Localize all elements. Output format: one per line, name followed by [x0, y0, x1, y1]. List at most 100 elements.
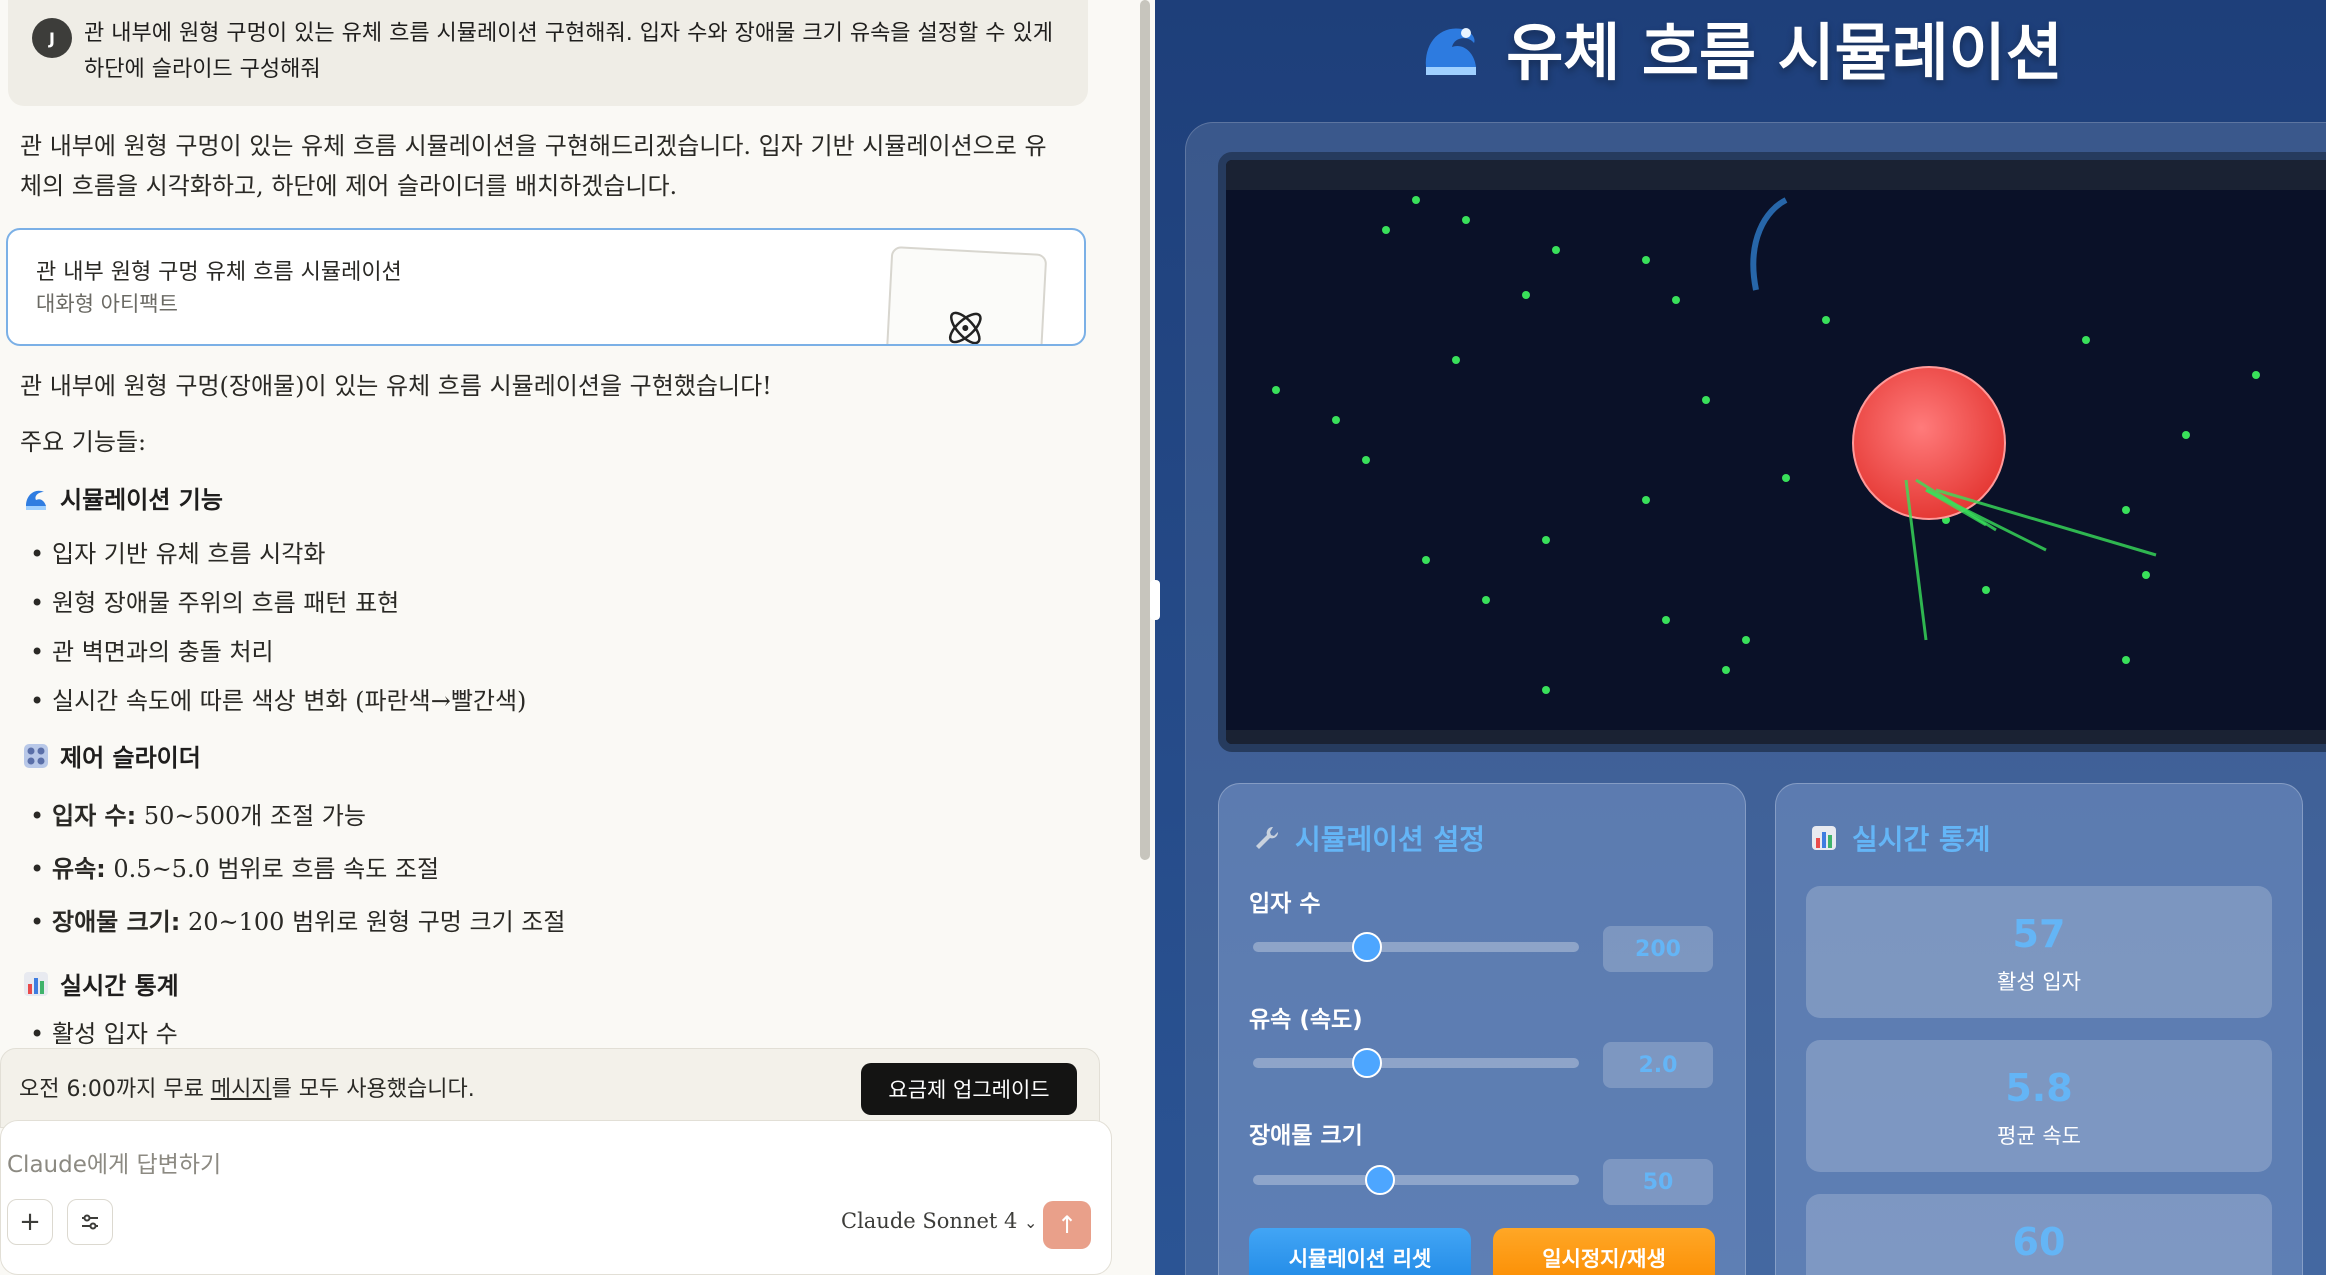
obstacle-size-slider[interactable] [1253, 1165, 1579, 1195]
particle [1362, 456, 1370, 464]
list-item: 장애물 크기: 20~100 범위로 원형 구멍 크기 조절 [30, 902, 565, 951]
app-title-text: 유체 흐름 시뮬레이션 [1506, 16, 2063, 89]
particle [1412, 196, 1420, 204]
particle [1552, 246, 1560, 254]
bar-chart-icon [1812, 826, 1836, 850]
particle [2082, 336, 2090, 344]
particle [1782, 474, 1790, 482]
particle-count-slider[interactable] [1253, 932, 1579, 962]
particle [2122, 506, 2130, 514]
feature-list-controls: 입자 수: 50~500개 조절 가능 유속: 0.5~5.0 범위로 흐름 속… [30, 796, 565, 951]
artifact-subtitle: 대화형 아티팩트 [36, 292, 178, 316]
stat-average-speed: 5.8 평균 속도 [1806, 1040, 2272, 1172]
pipe-bottom-wall [1226, 730, 2326, 744]
list-item: 실시간 속도에 따른 색상 변화 (파란색→빨간색) [30, 681, 526, 730]
particle [1272, 386, 1280, 394]
stat-fps: 60 [1806, 1194, 2272, 1275]
list-item-term: 유속: [52, 855, 106, 883]
send-button[interactable]: ↑ [1043, 1201, 1091, 1249]
particle [1642, 256, 1650, 264]
arrow-up-icon: ↑ [1056, 1211, 1078, 1239]
particle [2142, 571, 2150, 579]
settings-card: 시뮬레이션 설정 입자 수 200 유속 (속도) 2.0 장애물 크기 50 … [1218, 783, 1746, 1275]
stats-card: 실시간 통계 57 활성 입자 5.8 평균 속도 60 [1775, 783, 2303, 1275]
control-knobs-icon [24, 743, 48, 768]
particle-count-value[interactable]: 200 [1603, 926, 1713, 972]
stat-value: 5.8 [2005, 1066, 2073, 1110]
stats-title: 실시간 통계 [1810, 818, 1991, 858]
messages-link[interactable]: 메시지 [211, 1077, 272, 1102]
section-heading-stats: 실시간 통계 [22, 966, 179, 1001]
wave-icon [1426, 28, 1477, 75]
list-item-term: 장애물 크기: [52, 908, 181, 936]
particle [1482, 596, 1490, 604]
obstacle-size-label: 장애물 크기 [1249, 1123, 1363, 1149]
vortex-trace [1750, 197, 1788, 291]
section-heading-text: 제어 슬라이더 [60, 744, 201, 772]
reply-input[interactable]: Claude에게 답변하기 [7, 1145, 221, 1179]
list-item-desc: 20~100 범위로 원형 구멍 크기 조절 [180, 908, 566, 936]
list-item: 관 벽면과의 충돌 처리 [30, 632, 526, 681]
limit-suffix: 를 모두 사용했습니다. [271, 1077, 475, 1102]
section-heading-text: 실시간 통계 [60, 972, 179, 1000]
tools-button[interactable] [67, 1199, 113, 1245]
sliders-icon [82, 1214, 98, 1230]
particle [1422, 556, 1430, 564]
list-item: 유속: 0.5~5.0 범위로 흐름 속도 조절 [30, 849, 565, 898]
settings-title-text: 시뮬레이션 설정 [1295, 823, 1486, 856]
add-attachment-button[interactable]: + [7, 1199, 53, 1245]
particle [1382, 226, 1390, 234]
wave-icon [26, 490, 46, 510]
particle [1702, 396, 1710, 404]
user-message: J 관 내부에 원형 구멍이 있는 유체 흐름 시뮬레이션 구현해줘. 입자 수… [8, 0, 1088, 106]
list-item-desc: 0.5~5.0 범위로 흐름 속도 조절 [105, 855, 440, 883]
stat-active-particles: 57 활성 입자 [1806, 886, 2272, 1018]
flow-speed-label: 유속 (속도) [1249, 1007, 1363, 1033]
slider-thumb[interactable] [1352, 1048, 1383, 1078]
atom-icon [948, 311, 982, 344]
section-heading-controls: 제어 슬라이더 [22, 738, 201, 773]
flow-speed-slider[interactable] [1253, 1048, 1579, 1078]
model-name: Claude Sonnet 4 [841, 1209, 1018, 1233]
particle [1542, 686, 1550, 694]
wrench-icon [1256, 826, 1279, 849]
artifact-preview [884, 246, 1048, 344]
model-selector[interactable]: Claude Sonnet 4 ⌄ [841, 1209, 1037, 1233]
pane-resize-handle[interactable] [1150, 580, 1160, 620]
simulation-canvas[interactable] [1218, 152, 2326, 752]
simulation-app: 유체 흐름 시뮬레이션 시뮬레이션 설정 입자 수 200 유속 (속도) 2.… [1155, 0, 2326, 1275]
list-item: 원형 장애물 주위의 흐름 패턴 표현 [30, 583, 526, 632]
particle [1742, 636, 1750, 644]
upgrade-plan-button[interactable]: 요금제 업그레이드 [861, 1063, 1077, 1115]
pipe-top-wall [1226, 160, 2326, 190]
feature-list-simulation: 입자 기반 유체 흐름 시각화 원형 장애물 주위의 흐름 패턴 표현 관 벽면… [30, 534, 526, 730]
usage-limit-banner: 오전 6:00까지 무료 메시지를 모두 사용했습니다. 요금제 업그레이드 [0, 1048, 1100, 1128]
wake-trail [1935, 488, 2157, 557]
assistant-intro: 관 내부에 원형 구멍이 있는 유체 흐름 시뮬레이션을 구현해드리겠습니다. … [20, 132, 1047, 200]
reset-simulation-button[interactable]: 시뮬레이션 리셋 [1249, 1228, 1471, 1275]
stat-value: 57 [2012, 912, 2066, 956]
section-heading-text: 시뮬레이션 기능 [60, 486, 223, 514]
particle [1672, 296, 1680, 304]
chat-scrollbar[interactable] [1140, 0, 1150, 860]
list-item-desc: 50~500개 조절 가능 [136, 802, 366, 830]
particle [1662, 616, 1670, 624]
slider-thumb[interactable] [1365, 1165, 1396, 1195]
particle [1822, 316, 1830, 324]
pause-play-button[interactable]: 일시정지/재생 [1493, 1228, 1715, 1275]
bar-chart-icon [24, 971, 48, 996]
summary-text: 관 내부에 원형 구멍(장애물)이 있는 유체 흐름 시뮬레이션을 구현했습니다… [20, 372, 772, 400]
particle [1462, 216, 1470, 224]
slider-thumb[interactable] [1352, 932, 1383, 962]
list-item: 입자 기반 유체 흐름 시각화 [30, 534, 526, 583]
artifact-card[interactable]: 관 내부 원형 구멍 유체 흐름 시뮬레이션 대화형 아티팩트 [6, 228, 1086, 346]
particle [1642, 496, 1650, 504]
section-heading-simulation: 시뮬레이션 기능 [22, 480, 223, 515]
particle [1452, 356, 1460, 364]
circular-obstacle [1852, 366, 2006, 520]
particle [2252, 371, 2260, 379]
artifact-title: 관 내부 원형 구멍 유체 흐름 시뮬레이션 [36, 260, 402, 285]
flow-speed-value[interactable]: 2.0 [1603, 1042, 1713, 1088]
particle [1722, 666, 1730, 674]
obstacle-size-value[interactable]: 50 [1603, 1159, 1713, 1205]
